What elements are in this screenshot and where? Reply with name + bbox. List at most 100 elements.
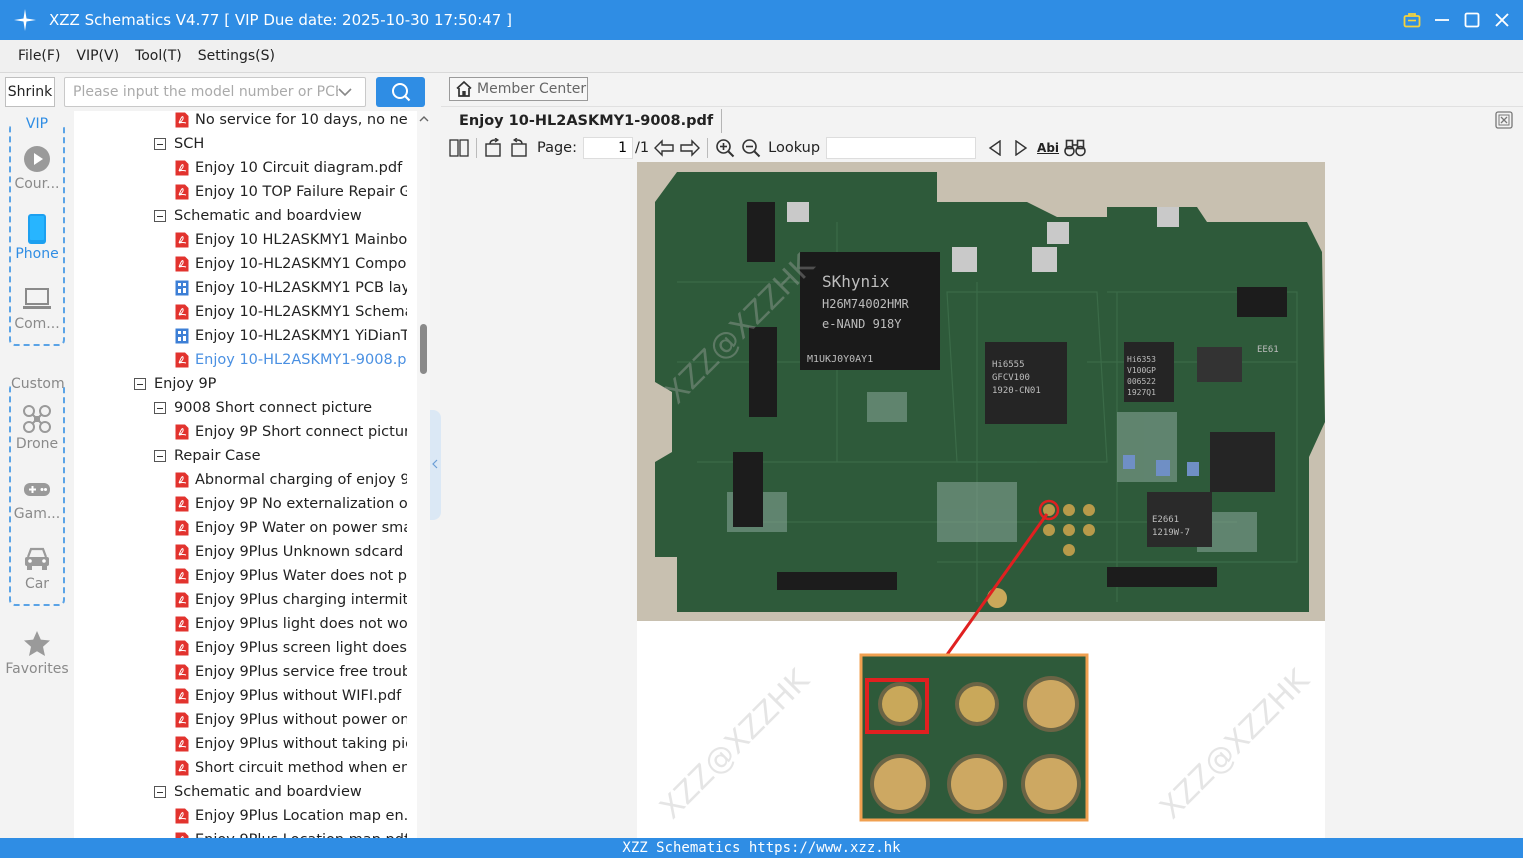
collapse-toggle-icon[interactable] [154,138,166,150]
tree-item-label: Enjoy 9Plus screen light does not [195,640,407,656]
pcb-file-icon [175,280,189,296]
rail-item-drone[interactable]: Drone [0,404,74,452]
tree-file[interactable]: Enjoy 10 Circuit diagram.pdf [175,156,407,180]
menu-tool[interactable]: Tool(T) [135,48,182,64]
tree-item-label: 9008 Short connect picture [174,400,373,416]
rail-item-favorites[interactable]: Favorites [0,629,74,677]
chip-label: V100GP [1127,366,1156,375]
tree-file[interactable]: Enjoy 9Plus Unknown sdcard (r [175,540,407,564]
tree-file[interactable]: Enjoy 9Plus screen light does not [175,636,407,660]
find-prev-icon[interactable] [982,136,1008,160]
tree-file[interactable]: Abnormal charging of enjoy 9P [175,468,407,492]
tree-folder[interactable]: SCH [154,132,406,156]
close-button[interactable] [1491,9,1513,31]
tree-file[interactable]: Enjoy 10-HL2ASKMY1 YiDianTong [175,324,407,348]
tree-item-label: Abnormal charging of enjoy 9P [195,472,407,488]
tree-file[interactable]: Enjoy 9P No externalization of [175,492,407,516]
tree-folder[interactable]: Schematic and boardview [154,780,406,804]
tree-file[interactable]: Enjoy 10-HL2ASKMY1 PCB layer [175,276,407,300]
collapse-toggle-icon[interactable] [154,210,166,222]
close-tabs-icon[interactable] [1495,111,1513,129]
chip-label: EE61 [1257,345,1279,355]
tree-file[interactable]: No service for 10 days, no network [175,111,407,132]
rail-item-courses[interactable]: Cour... [0,144,74,192]
tab-document[interactable]: Enjoy 10-HL2ASKMY1-9008.pdf [451,109,723,133]
custom-group-label: Custom [11,376,65,392]
menu-settings[interactable]: Settings(S) [198,48,275,64]
search-button[interactable] [376,77,425,107]
tree-file[interactable]: Enjoy 9Plus Location map en.pdf [175,804,407,828]
member-center-button[interactable]: Member Center [449,77,588,101]
pdf-file-icon [175,424,189,440]
page-label: Page: [537,140,577,156]
tree-file[interactable]: Enjoy 9Plus Location map.pdf [175,828,407,838]
tree-file[interactable]: Enjoy 9Plus without WIFI.pdf [175,684,407,708]
scroll-thumb[interactable] [420,324,427,374]
tree-item-label: Enjoy 9Plus Unknown sdcard (r [195,544,407,560]
zoom-out-icon[interactable] [738,136,764,160]
rotate-left-icon[interactable] [483,136,505,160]
tree-file[interactable]: Enjoy 9Plus without power on.pdf [175,708,407,732]
tree-folder[interactable]: Enjoy 9P [134,372,414,396]
collapse-toggle-icon[interactable] [154,450,166,462]
tree-file[interactable]: Enjoy 9Plus charging intermittent [175,588,407,612]
tree-item-label: Enjoy 10-HL2ASKMY1 Schematic [195,304,407,320]
search-input[interactable] [73,84,338,100]
rail-item-games[interactable]: Gam... [0,474,74,522]
rail-item-label: Gam... [13,506,61,522]
two-page-icon[interactable] [448,136,470,160]
tree-file[interactable]: Enjoy 10-HL2ASKMY1 Schematic [175,300,407,324]
tree-folder[interactable]: 9008 Short connect picture [154,396,406,420]
tree-file[interactable]: Enjoy 9Plus light does not work [175,612,407,636]
vip-bag-icon[interactable] [1401,9,1423,31]
prev-page-icon[interactable] [651,136,677,160]
pdf-file-icon [175,592,189,608]
rail-item-car[interactable]: Car [0,544,74,592]
tree-file[interactable]: Enjoy 9Plus service free trouble [175,660,407,684]
collapse-toggle-icon[interactable] [154,786,166,798]
scroll-up-icon[interactable] [419,115,429,123]
tree-file[interactable]: Short circuit method when enjoy [175,756,407,780]
menu-vip[interactable]: VIP(V) [76,48,119,64]
pdf-file-icon [175,472,189,488]
tree-file[interactable]: Enjoy 10-HL2ASKMY1-9008.pdf [175,348,407,372]
star-icon [24,631,50,656]
zoom-in-icon[interactable] [712,136,738,160]
tree-file[interactable]: Enjoy 10 TOP Failure Repair Guide [175,180,407,204]
tree-file[interactable]: Enjoy 10-HL2ASKMY1 Component [175,252,407,276]
tree-file[interactable]: Enjoy 9P Water on power small [175,516,407,540]
collapse-toggle-icon[interactable] [154,402,166,414]
collapse-toggle-icon[interactable] [134,378,146,390]
tree-file[interactable]: Enjoy 9Plus without taking picture [175,732,407,756]
pdf-file-icon [175,640,189,656]
document-canvas[interactable]: SKhynix H26M74002HMR e-NAND 918Y M1UKJ0Y… [441,162,1523,838]
play-circle-icon [24,146,50,172]
match-case-toggle[interactable]: Abi [1034,136,1062,160]
rail-item-phone[interactable]: Phone [0,214,74,262]
next-page-icon[interactable] [677,136,703,160]
lookup-input[interactable] [826,137,977,159]
rail-item-computer[interactable]: Com... [0,284,74,332]
chevron-down-icon[interactable] [338,87,352,97]
panel-collapse-handle[interactable] [430,410,441,520]
tree-folder[interactable]: Schematic and boardview [154,204,406,228]
tree-file[interactable]: Enjoy 9Plus Water does not power [175,564,407,588]
pdf-file-icon [175,160,189,176]
window-title: XZZ Schematics V4.77 [ VIP Due date: 202… [49,11,512,29]
pdf-file-icon [175,808,189,824]
pdf-file-icon [175,664,189,680]
shrink-button[interactable]: Shrink [5,77,55,107]
binoculars-icon[interactable] [1062,136,1088,160]
menu-file[interactable]: File(F) [18,48,60,64]
maximize-button[interactable] [1461,9,1483,31]
find-next-icon[interactable] [1008,136,1034,160]
minimize-button[interactable] [1431,9,1453,31]
pdf-file-icon [175,256,189,272]
tree-file[interactable]: Enjoy 9P Short connect picture.pdf [175,420,407,444]
document-tabs: Enjoy 10-HL2ASKMY1-9008.pdf [441,106,1523,133]
rotate-right-icon[interactable] [505,136,531,160]
tree-scrollbar[interactable] [417,111,430,838]
tree-file[interactable]: Enjoy 10 HL2ASKMY1 Mainboard [175,228,407,252]
page-number-input[interactable] [583,137,633,159]
tree-folder[interactable]: Repair Case [154,444,406,468]
